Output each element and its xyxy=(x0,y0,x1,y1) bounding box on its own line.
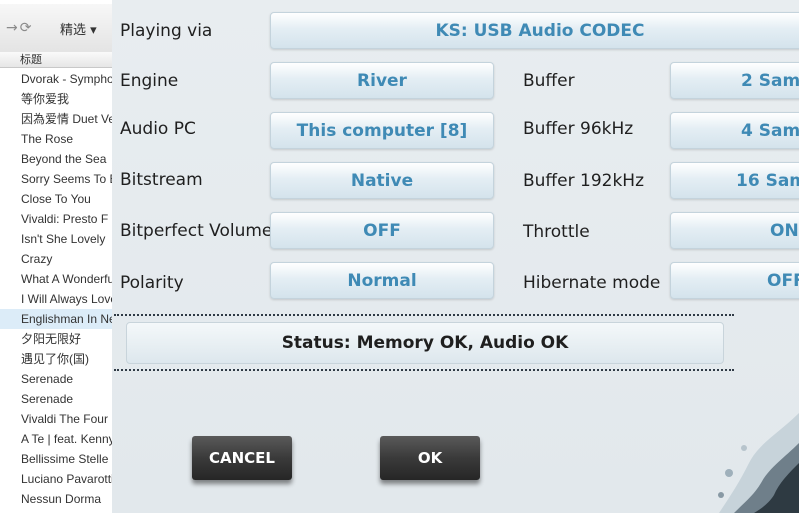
buffer-selector[interactable]: 2 Samp xyxy=(670,62,799,99)
polarity-selector[interactable]: Normal xyxy=(270,262,494,299)
track-row[interactable]: 夕阳无限好 xyxy=(0,329,112,349)
bitperfect-volume-toggle[interactable]: OFF xyxy=(270,212,494,249)
player-toolbar: →⟳ 精选 ▾ xyxy=(0,4,112,53)
throttle-label: Throttle xyxy=(523,222,590,242)
throttle-toggle[interactable]: ON xyxy=(670,212,799,249)
track-row[interactable]: Sorry Seems To Be xyxy=(0,169,112,189)
audio-pc-label: Audio PC xyxy=(120,119,196,139)
track-row[interactable]: 因為爱情 Duet Ver xyxy=(0,109,112,129)
track-row[interactable]: Close To You xyxy=(0,189,112,209)
track-row[interactable]: Beyond the Sea xyxy=(0,149,112,169)
status-divider-bottom xyxy=(114,369,734,371)
track-row[interactable]: Englishman In New xyxy=(0,309,112,329)
track-row[interactable]: The Rose xyxy=(0,129,112,149)
track-row[interactable]: I Will Always Love xyxy=(0,289,112,309)
back-refresh-icons[interactable]: →⟳ xyxy=(6,20,33,36)
track-row[interactable]: 遇见了你(国) xyxy=(0,349,112,369)
track-row[interactable]: Isn't She Lovely xyxy=(0,229,112,249)
buffer-96khz-selector[interactable]: 4 Samp xyxy=(670,112,799,149)
water-splash-decoration xyxy=(718,413,799,513)
track-row[interactable]: What A Wonderful xyxy=(0,269,112,289)
track-row[interactable]: 等你爱我 xyxy=(0,89,112,109)
audio-settings-dialog: Playing via KS: USB Audio CODEC Engine R… xyxy=(112,0,799,513)
filter-dropdown[interactable]: 精选 ▾ xyxy=(60,19,97,38)
engine-label: Engine xyxy=(120,71,179,91)
track-row[interactable]: A Te | feat. Kenny xyxy=(0,429,112,449)
status-divider-top xyxy=(114,314,734,316)
hibernate-mode-label: Hibernate mode xyxy=(523,273,661,293)
engine-selector[interactable]: River xyxy=(270,62,494,99)
title-column-header[interactable]: 标题 xyxy=(0,52,112,68)
buffer-192khz-selector[interactable]: 16 Samp xyxy=(670,162,799,199)
track-row[interactable]: Bellissime Stelle xyxy=(0,449,112,469)
playing-via-selector[interactable]: KS: USB Audio CODEC xyxy=(270,12,799,49)
track-row[interactable]: Serenade xyxy=(0,389,112,409)
track-row[interactable]: Vivaldi The Four xyxy=(0,409,112,429)
buffer-96khz-label: Buffer 96kHz xyxy=(523,119,634,139)
track-row[interactable]: Serenade xyxy=(0,369,112,389)
track-row[interactable]: Crazy xyxy=(0,249,112,269)
polarity-label: Polarity xyxy=(120,273,184,293)
buffer-label: Buffer xyxy=(523,71,575,91)
status-bar: Status: Memory OK, Audio OK xyxy=(126,322,724,364)
bitperfect-volume-label: Bitperfect Volume xyxy=(120,221,273,241)
cancel-button[interactable]: CANCEL xyxy=(192,436,292,480)
track-row[interactable]: Luciano Pavarotti xyxy=(0,469,112,489)
buffer-192khz-label: Buffer 192kHz xyxy=(523,171,645,191)
background-player-window: →⟳ 精选 ▾ 标题 Dvorak - Symphony等你爱我因為爱情 Due… xyxy=(0,0,113,513)
playing-via-label: Playing via xyxy=(120,21,213,41)
bitstream-selector[interactable]: Native xyxy=(270,162,494,199)
track-row[interactable]: Vivaldi: Presto F xyxy=(0,209,112,229)
track-row[interactable]: Nessun Dorma xyxy=(0,489,112,509)
track-row[interactable]: Dvorak - Symphony xyxy=(0,69,112,89)
bitstream-label: Bitstream xyxy=(120,170,203,190)
track-list: Dvorak - Symphony等你爱我因為爱情 Duet VerThe Ro… xyxy=(0,69,112,509)
audio-pc-selector[interactable]: This computer [8] xyxy=(270,112,494,149)
hibernate-mode-toggle[interactable]: OFF xyxy=(670,262,799,299)
ok-button[interactable]: OK xyxy=(380,436,480,480)
